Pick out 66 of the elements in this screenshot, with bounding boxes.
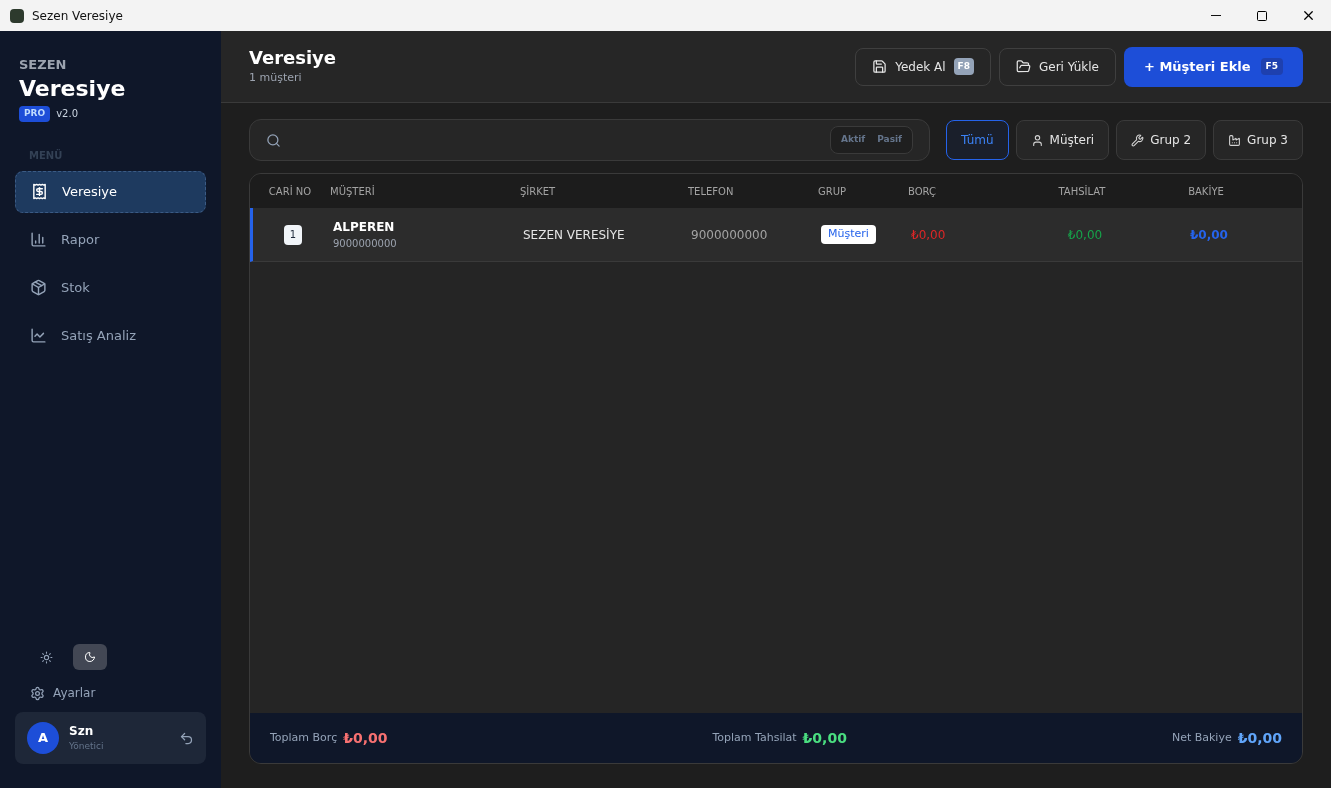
total-label: Net Bakiye <box>1171 729 1232 746</box>
pro-badge: PRO <box>19 106 51 122</box>
filter-chip[interactable]: Tümü <box>946 120 1009 160</box>
total-value: ₺0,00 <box>343 728 388 748</box>
user-icon <box>1030 133 1044 147</box>
menu-item[interactable]: Stok <box>15 266 206 309</box>
box-icon <box>30 279 47 296</box>
sun-icon <box>39 650 53 664</box>
phone-cell-text: 9000000000 <box>691 226 769 244</box>
menu-item[interactable]: Satış Analiz <box>15 314 206 357</box>
total-label: Toplam Tahsilat <box>712 729 797 746</box>
user-role: Yönetici <box>69 740 105 754</box>
menu-item[interactable]: Rapor <box>15 218 206 261</box>
total-value: ₺0,00 <box>1237 728 1282 748</box>
group-tag: Müşteri <box>821 225 876 244</box>
minimize-icon <box>1211 15 1221 16</box>
collected-cell-text: ₺0,00 <box>1067 226 1103 244</box>
user-name: Szn <box>69 723 95 741</box>
settings-icon <box>30 685 45 701</box>
customer-phone: 9000000000 <box>333 237 398 251</box>
folder-icon <box>1016 59 1031 74</box>
debt-cell-text: ₺0,00 <box>911 226 947 244</box>
table-row[interactable]: 1 ALPEREN 9000000000 SEZEN VERESİYE 9000000000 Müşteri ₺0,00 ₺0,00 ₺0,00 <box>250 208 1302 262</box>
brand-title: Veresiye <box>19 74 127 102</box>
bar-chart-icon <box>30 231 47 248</box>
shortcut-key: F5 <box>1260 57 1283 76</box>
version-label: v2.0 <box>56 107 78 122</box>
company-cell-text: SEZEN VERESİYE <box>523 226 626 244</box>
brand-subtitle: SEZEN <box>19 56 68 74</box>
filter-chip[interactable]: Grup 2 <box>1116 120 1207 160</box>
factory-icon <box>1228 133 1242 147</box>
total-label: Toplam Borç <box>270 729 338 746</box>
column-header: BORÇ <box>908 184 937 199</box>
backup-button[interactable]: Yedek Al F8 <box>855 47 991 86</box>
wrench-icon <box>1131 133 1145 147</box>
column-header: ŞİRKET <box>520 184 557 199</box>
avatar: A <box>27 722 59 754</box>
column-header: GRUP <box>818 184 848 199</box>
line-chart-icon <box>30 327 47 344</box>
moon-icon <box>84 651 96 663</box>
add-customer-button[interactable]: + Müşteri Ekle F5 <box>1124 46 1303 87</box>
maximize-icon <box>1256 9 1268 22</box>
column-header: MÜŞTERİ <box>330 184 376 199</box>
settings-link[interactable]: Ayarlar <box>30 684 206 702</box>
total-value: ₺0,00 <box>802 728 847 748</box>
search-icon <box>266 132 281 148</box>
filter-chip[interactable]: Grup 3 <box>1213 120 1303 160</box>
page-subtitle: 1 müşteri <box>249 69 303 86</box>
column-header: BAKİYE <box>1188 184 1224 199</box>
receipt-icon <box>31 183 48 200</box>
balance-cell-text: ₺0,00 <box>1190 226 1228 244</box>
row-number: 1 <box>284 224 302 245</box>
filter-chip[interactable]: Müşteri <box>1015 120 1110 160</box>
customer-name: ALPEREN <box>333 219 396 236</box>
column-header: TELEFON <box>688 184 735 199</box>
window-title: Sezen Veresiye <box>32 7 123 25</box>
app-icon <box>10 8 24 23</box>
column-header: CARİ NO <box>268 184 312 199</box>
logout-button[interactable] <box>179 730 194 746</box>
logout-icon <box>179 730 194 746</box>
shortcut-key: F8 <box>953 57 974 76</box>
dark-theme-button[interactable] <box>73 644 107 670</box>
menu-item[interactable]: Veresiye <box>15 170 206 213</box>
column-header: TAHSİLAT <box>1058 184 1106 199</box>
page-title: Veresiye <box>249 47 338 70</box>
restore-button[interactable]: Geri Yükle <box>999 47 1116 86</box>
